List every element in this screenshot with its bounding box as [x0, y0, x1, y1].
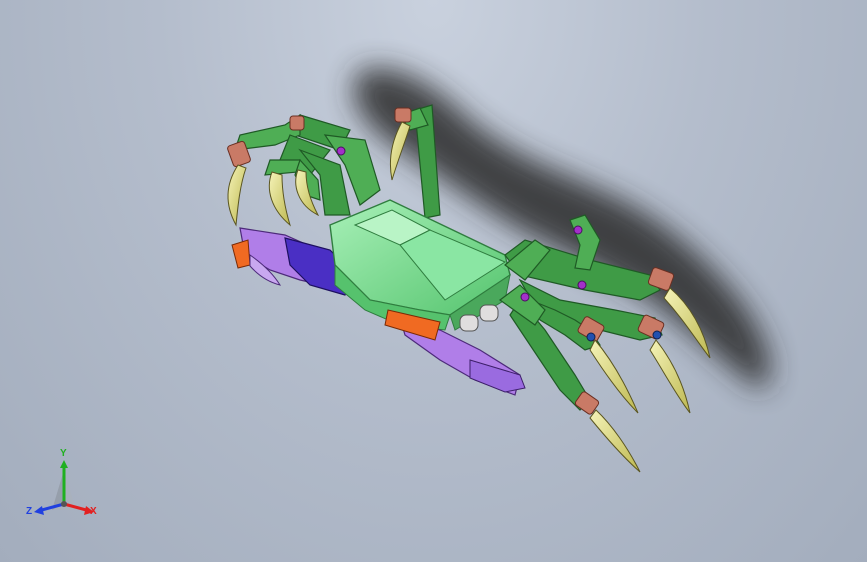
joint-pin	[336, 146, 346, 156]
graphics-viewport[interactable]: Y X Z	[0, 0, 867, 562]
view-triad[interactable]: Y X Z	[24, 448, 104, 524]
3d-model-canvas[interactable]	[0, 0, 867, 562]
triad-y-label: Y	[60, 448, 67, 459]
triad-z-label: Z	[26, 506, 33, 517]
triad-x-label: X	[90, 506, 97, 517]
main-body	[329, 199, 511, 332]
back-legs	[227, 104, 441, 227]
